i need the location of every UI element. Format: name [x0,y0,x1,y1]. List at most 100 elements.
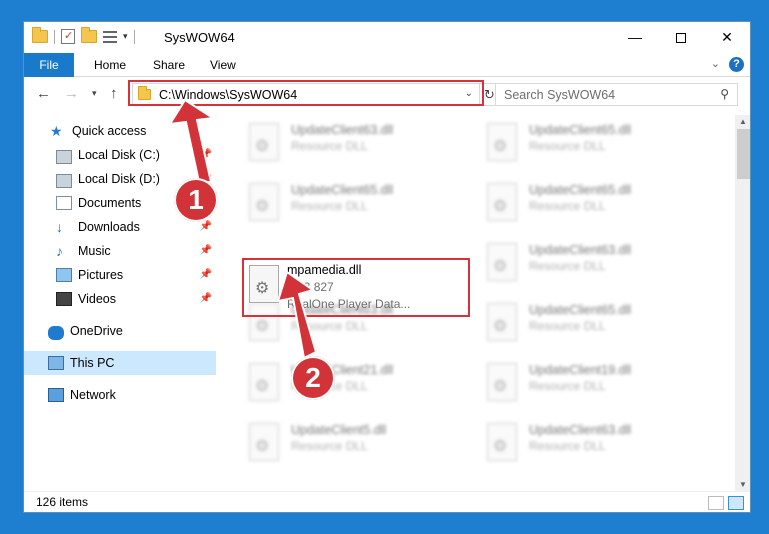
recent-locations-button[interactable]: ▾ [92,88,97,99]
file-type: Resource DLL [291,199,368,213]
nav-label: Local Disk (C:) [78,148,160,162]
maximize-button[interactable] [658,22,704,52]
up-button[interactable]: ↑ [110,85,118,102]
file-name: UpdateClient19.dll [529,363,632,377]
title-bar: ▾ SysWOW64 — ✕ [24,22,750,53]
nav-label: Network [70,388,116,402]
file-name: UpdateClient65.dll [529,123,632,137]
file-item[interactable]: ⚙ UpdateClient65.dll Resource DLL [481,119,706,169]
navigation-pane: ★ Quick access Local Disk (C:) 📌 Local D… [24,115,219,491]
pin-icon: 📌 [199,149,212,160]
file-name: UpdateClient63.dll [291,123,394,137]
pin-icon: 📌 [199,221,212,232]
videos-icon [56,292,72,306]
nav-item-local-disk-c[interactable]: Local Disk (C:) 📌 [24,143,216,167]
vertical-scrollbar[interactable]: ▲ ▼ [735,115,750,491]
explorer-window: ▾ SysWOW64 — ✕ File Home Share View ⌄ ? … [23,21,751,513]
ribbon-tabs: File Home Share View ⌄ ? [24,53,750,77]
callout-badge-2: 2 [291,356,335,400]
search-icon[interactable]: ⚲ [720,87,729,101]
download-icon: ↓ [56,219,63,235]
scroll-down-icon[interactable]: ▼ [739,480,747,489]
tab-share[interactable]: Share [153,53,185,77]
file-item[interactable]: ⚙ UpdateClient5.dll Resource DLL [243,419,468,469]
dll-file-icon: ⚙ [487,123,517,161]
separator [133,29,135,44]
network-icon [48,388,64,402]
file-item[interactable]: ⚙ UpdateClient65.dll Resource DLL [243,179,468,229]
file-type: Resource DLL [291,319,368,333]
scroll-thumb[interactable] [737,129,750,179]
dll-file-icon: ⚙ [249,183,279,221]
search-placeholder: Search SysWOW64 [504,88,616,102]
drive-icon [56,149,72,164]
nav-onedrive[interactable]: OneDrive [24,319,216,343]
chevron-down-icon[interactable]: ▾ [123,31,128,42]
dll-file-icon: ⚙ [487,423,517,461]
file-item[interactable]: ⚙ UpdateClient63.dll Resource DLL [481,419,706,469]
window-title: SysWOW64 [164,30,235,45]
file-name: UpdateClient65.dll [529,303,632,317]
pin-icon: 📌 [199,269,212,280]
tab-view[interactable]: View [210,53,236,77]
dll-file-icon: ⚙ [249,423,279,461]
nav-item-pictures[interactable]: Pictures 📌 [24,263,216,287]
close-button[interactable]: ✕ [704,22,750,52]
nav-item-music[interactable]: ♪ Music 📌 [24,239,216,263]
help-icon[interactable]: ? [729,57,744,72]
nav-item-videos[interactable]: Videos 📌 [24,287,216,311]
file-type: Resource DLL [529,139,606,153]
file-name: UpdateClient63.dll [529,423,632,437]
dll-file-icon: ⚙ [487,303,517,341]
back-button[interactable]: ← [36,85,51,102]
file-type: Resource DLL [291,139,368,153]
file-name: UpdateClient65.dll [529,183,632,197]
nav-label: Documents [78,196,142,210]
item-count: 126 items [36,495,89,509]
file-highlight [242,258,470,317]
file-item[interactable]: ⚙ UpdateClient63.dll Resource DLL [481,239,706,289]
nav-label: This PC [70,356,115,370]
tiles-view-icon[interactable] [728,496,744,510]
dll-file-icon: ⚙ [249,123,279,161]
nav-label: Quick access [72,124,147,138]
nav-this-pc[interactable]: This PC [24,351,216,375]
forward-button[interactable]: → [64,85,79,102]
new-folder-icon[interactable] [81,27,97,43]
nav-label: Downloads [78,220,140,234]
star-icon: ★ [50,123,63,139]
drive-icon [56,173,72,188]
pin-icon: 📌 [199,245,212,256]
file-type: Resource DLL [529,319,606,333]
minimize-button[interactable]: — [612,22,658,52]
view-options-icon[interactable] [103,30,117,43]
file-item[interactable]: ⚙ UpdateClient63.dll Resource DLL [243,119,468,169]
document-icon [56,196,72,210]
dll-file-icon: ⚙ [487,183,517,221]
details-view-icon[interactable] [708,496,724,510]
expand-ribbon-icon[interactable]: ⌄ [711,57,720,70]
dll-file-icon: ⚙ [487,243,517,281]
properties-icon[interactable] [61,29,75,44]
file-item[interactable]: ⚙ UpdateClient19.dll Resource DLL [481,359,706,409]
search-input[interactable]: Search SysWOW64 ⚲ [495,83,738,106]
tab-home[interactable]: Home [94,53,126,77]
pictures-icon [56,268,72,282]
file-type: Resource DLL [529,439,606,453]
file-item[interactable]: ⚙ UpdateClient65.dll Resource DLL [481,179,706,229]
file-item[interactable]: ⚙ UpdateClient65.dll Resource DLL [481,299,706,349]
nav-network[interactable]: Network [24,383,216,407]
address-highlight [128,80,484,106]
file-item[interactable]: ⚙ UpdateClient21.dll Resource DLL [243,359,468,409]
file-name: UpdateClient63.dll [529,243,632,257]
file-type: Resource DLL [529,379,606,393]
tab-file[interactable]: File [24,53,74,77]
status-bar: 126 items [24,491,750,512]
nav-label: OneDrive [70,324,123,338]
file-type: Resource DLL [529,199,606,213]
scroll-up-icon[interactable]: ▲ [739,117,747,126]
file-type: Resource DLL [529,259,606,273]
nav-quick-access[interactable]: ★ Quick access [24,119,216,143]
folder-icon [32,27,48,43]
file-type: Resource DLL [291,439,368,453]
